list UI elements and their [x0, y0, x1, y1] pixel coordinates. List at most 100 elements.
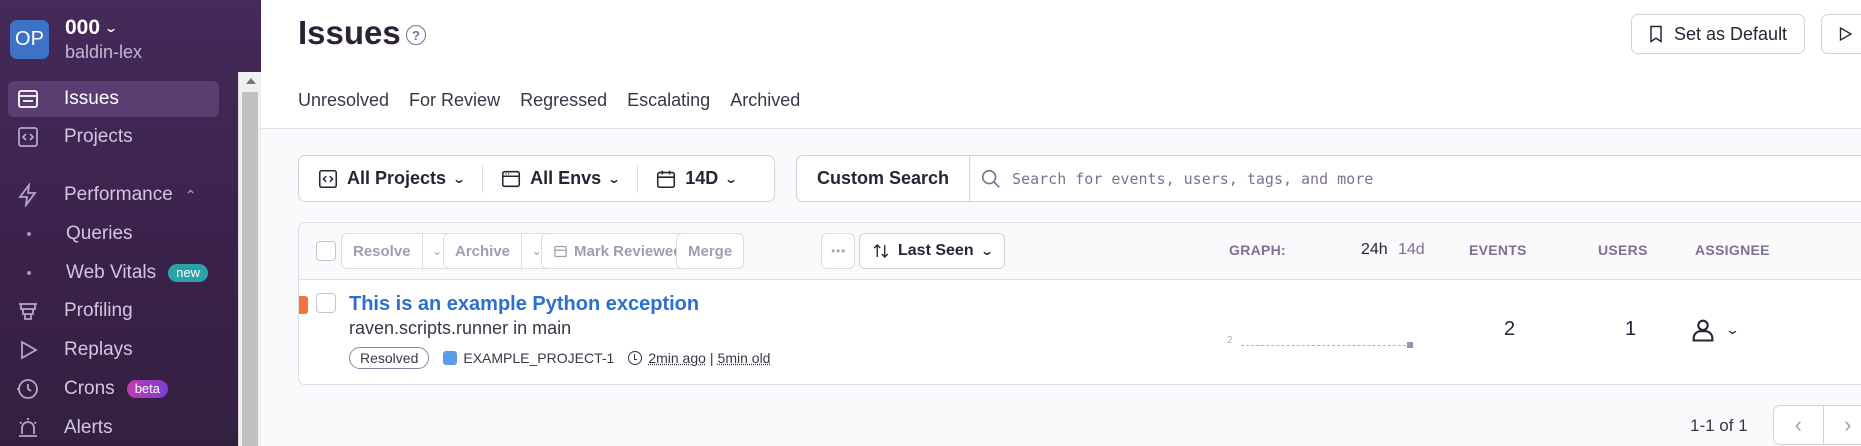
- org-avatar: OP: [10, 20, 49, 59]
- replays-icon: [16, 338, 40, 362]
- chevron-down-icon: ⌄: [1725, 322, 1740, 338]
- chevron-down-icon: ⌄: [724, 172, 738, 186]
- issue-project[interactable]: EXAMPLE_PROJECT-1: [463, 350, 614, 366]
- page-title: Issues: [298, 14, 401, 52]
- first-seen[interactable]: 5min old: [718, 350, 771, 366]
- issues-icon: [16, 87, 40, 111]
- select-all-checkbox[interactable]: [316, 241, 336, 261]
- tab-regressed[interactable]: Regressed: [520, 90, 607, 111]
- chevron-down-icon: ⌄: [607, 172, 621, 186]
- assignee-column-header: ASSIGNEE: [1695, 242, 1770, 258]
- sort-dropdown[interactable]: Last Seen ⌄: [859, 233, 1005, 269]
- sidebar-scrollbar[interactable]: [238, 72, 261, 446]
- users-count[interactable]: 1: [1625, 318, 1636, 341]
- sidebar-item-alerts[interactable]: Alerts: [8, 410, 219, 446]
- sort-icon: [872, 242, 890, 260]
- graph-max-label: 2: [1227, 335, 1233, 346]
- bullet-icon: [27, 271, 31, 275]
- crons-icon: [16, 377, 40, 401]
- search-bar: Custom Search: [796, 155, 1861, 202]
- projects-icon: [317, 168, 339, 190]
- tab-archived[interactable]: Archived: [730, 90, 800, 111]
- sort-label: Last Seen: [898, 242, 974, 260]
- date-filter[interactable]: 14D ⌄: [637, 156, 754, 201]
- issues-panel: Resolve ⌄ Archive ⌄ Mark Reviewed Merge …: [298, 222, 1861, 385]
- pagination-summary: 1-1 of 1: [1690, 416, 1748, 436]
- custom-search-button[interactable]: Custom Search: [797, 156, 970, 201]
- next-page-button[interactable]: ›: [1823, 406, 1861, 444]
- tab-escalating[interactable]: Escalating: [627, 90, 710, 111]
- org-subtitle: baldin-lex: [65, 41, 142, 63]
- graph-column-header: GRAPH:: [1229, 242, 1286, 258]
- users-column-header: USERS: [1598, 242, 1648, 258]
- alerts-icon: [16, 416, 40, 440]
- search-icon: [980, 168, 1002, 190]
- sidebar-item-label: Replays: [64, 339, 133, 361]
- user-icon: [1689, 316, 1717, 344]
- project-icon: [443, 351, 457, 365]
- meta-divider: |: [710, 350, 714, 366]
- issue-checkbox[interactable]: [316, 293, 336, 313]
- date-filter-label: 14D: [685, 168, 718, 189]
- issue-title-link[interactable]: This is an example Python exception: [349, 293, 699, 316]
- sidebar-item-label: Projects: [64, 126, 133, 148]
- previous-page-button[interactable]: ‹: [1774, 406, 1823, 444]
- issue-meta: Resolved EXAMPLE_PROJECT-1 2min ago | 5m…: [349, 347, 770, 369]
- sidebar-item-projects[interactable]: Projects: [8, 119, 219, 155]
- environment-filter[interactable]: All Envs ⌄: [482, 156, 637, 201]
- sidebar-item-crons[interactable]: Crons beta: [8, 371, 219, 407]
- scroll-up-arrow-icon[interactable]: [246, 78, 256, 84]
- new-badge: new: [168, 264, 208, 282]
- sidebar-item-replays[interactable]: Replays: [8, 332, 219, 368]
- mark-reviewed-button[interactable]: Mark Reviewed: [541, 233, 694, 269]
- chevron-up-icon: ⌃: [185, 187, 197, 204]
- resolve-button[interactable]: Resolve: [342, 234, 422, 268]
- chevron-down-icon: ⌄: [980, 244, 994, 258]
- mark-reviewed-label: Mark Reviewed: [574, 243, 682, 260]
- profiling-icon: [16, 299, 40, 323]
- issue-tabs: Unresolved For Review Regressed Escalati…: [298, 90, 800, 111]
- archive-button-group: Archive ⌄: [443, 233, 552, 269]
- beta-badge: beta: [127, 380, 168, 398]
- inbox-icon: [553, 244, 568, 259]
- sidebar-item-label: Crons: [64, 378, 115, 400]
- tab-for-review[interactable]: For Review: [409, 90, 500, 111]
- chevron-down-icon: ⌄: [104, 16, 118, 40]
- assignee-selector[interactable]: ⌄: [1689, 316, 1738, 344]
- org-switcher[interactable]: OP 000 ⌄ baldin-lex: [10, 16, 142, 63]
- events-count[interactable]: 2: [1504, 318, 1515, 341]
- environment-filter-label: All Envs: [530, 168, 601, 189]
- org-name: 000: [65, 16, 100, 40]
- graph-period-14d[interactable]: 14d: [1398, 241, 1425, 259]
- graph-bar: [1407, 342, 1413, 348]
- resolve-button-group: Resolve ⌄: [341, 233, 453, 269]
- priority-indicator: [299, 296, 308, 314]
- issue-culprit: raven.scripts.runner in main: [349, 318, 571, 339]
- bookmark-icon: [1646, 24, 1666, 44]
- pagination: ‹ ›: [1773, 405, 1861, 445]
- status-badge: Resolved: [349, 347, 429, 369]
- scroll-thumb[interactable]: [242, 92, 258, 446]
- sidebar-item-label: Performance: [64, 184, 173, 206]
- merge-button[interactable]: Merge: [676, 233, 744, 269]
- project-filter[interactable]: All Projects ⌄: [299, 156, 482, 201]
- sidebar-item-web-vitals[interactable]: Web Vitals new: [8, 255, 219, 291]
- sidebar-item-profiling[interactable]: Profiling: [8, 293, 219, 329]
- more-actions-button[interactable]: ⋯: [821, 233, 855, 269]
- tab-unresolved[interactable]: Unresolved: [298, 90, 389, 111]
- help-icon[interactable]: ?: [406, 25, 426, 45]
- sidebar-item-issues[interactable]: Issues: [8, 81, 219, 117]
- last-seen[interactable]: 2min ago: [648, 350, 706, 366]
- play-icon: [1836, 25, 1854, 43]
- window-icon: [500, 168, 522, 190]
- sidebar-item-performance[interactable]: Performance ⌃: [8, 177, 219, 213]
- projects-icon: [16, 125, 40, 149]
- sidebar-item-queries[interactable]: Queries: [8, 216, 219, 252]
- set-as-default-button[interactable]: Set as Default: [1631, 14, 1805, 54]
- merge-label: Merge: [677, 234, 743, 268]
- play-button[interactable]: [1821, 14, 1861, 54]
- search-input[interactable]: [1012, 170, 1812, 188]
- graph-period-24h[interactable]: 24h: [1361, 241, 1388, 259]
- archive-button[interactable]: Archive: [444, 234, 521, 268]
- event-graph[interactable]: [1241, 345, 1411, 346]
